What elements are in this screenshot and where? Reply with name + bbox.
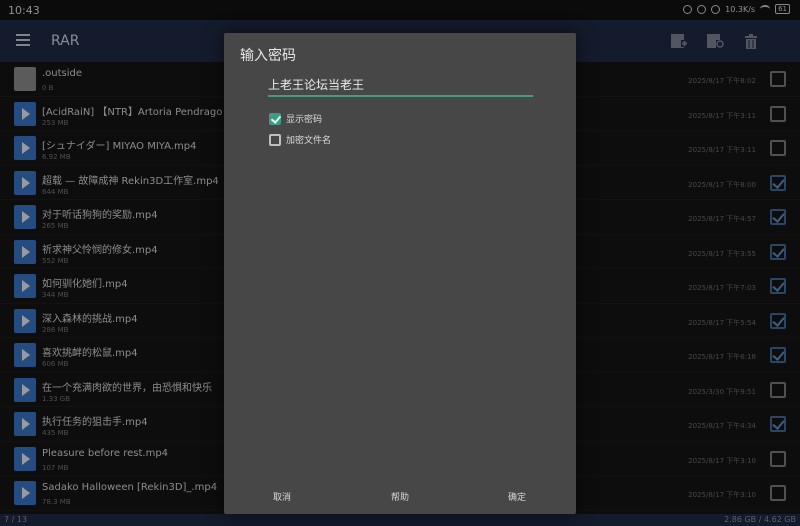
password-input[interactable]: 上老王论坛当老王 xyxy=(268,77,533,97)
show-password-label: 显示密码 xyxy=(286,115,323,125)
dialog-title: 输入密码 xyxy=(240,48,296,64)
help-button[interactable]: 帮助 xyxy=(391,490,409,503)
show-password-checkbox[interactable] xyxy=(269,112,281,125)
password-dialog: 输入密码 上老王论坛当老王 显示密码 加密文件名 取消 帮助 确定 xyxy=(224,33,576,514)
ok-button[interactable]: 确定 xyxy=(508,490,526,503)
show-password-option[interactable]: 显示密码 xyxy=(269,112,322,125)
encrypt-filenames-label: 加密文件名 xyxy=(286,136,332,146)
encrypt-filenames-option[interactable]: 加密文件名 xyxy=(269,133,331,146)
encrypt-filenames-checkbox[interactable] xyxy=(269,133,281,146)
cancel-button[interactable]: 取消 xyxy=(273,490,291,503)
